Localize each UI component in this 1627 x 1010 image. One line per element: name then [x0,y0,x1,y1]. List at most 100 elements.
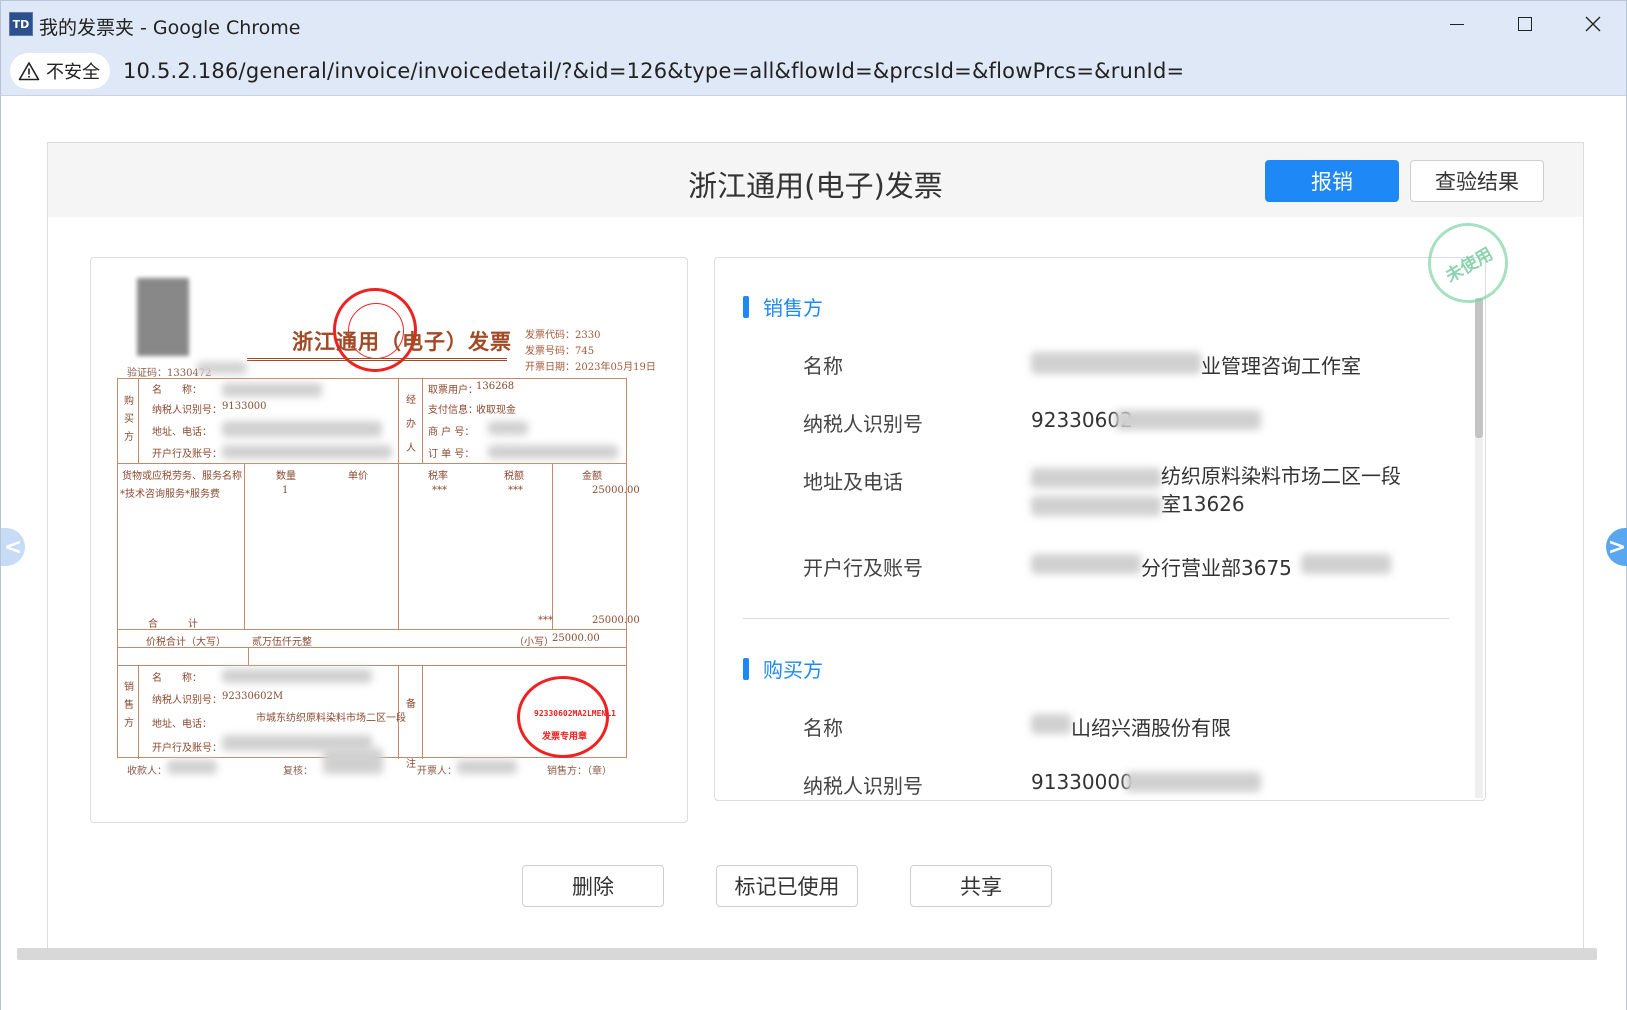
seller-name-value: 业管理咨询工作室 [1201,354,1361,378]
redacted-block [488,445,618,459]
item-amount: 25000.00 [592,485,640,496]
invoice-detail-panel[interactable]: 销售方 名称 业管理咨询工作室 纳税人识别号 92330602 地址及电话 纺织… [714,257,1486,801]
window-titlebar: TD 我的发票夹 - Google Chrome [0,0,1627,46]
reimburse-button[interactable]: 报销 [1265,160,1399,202]
total-tax: *** [538,615,553,626]
seller-address-value: 纺织原料染料市场二区一段 室13626 [1161,464,1401,516]
redacted-block [1031,496,1161,516]
seller-bank-label: 开户行及账号 [803,556,923,580]
redacted-block [1031,714,1071,734]
page-content: < > 浙江通用(电子)发票 报销 查验结果 浙江通用（电子）发票 发票代码：2… [0,96,1627,1010]
buyer-taxid-value: 9133000 [222,401,267,412]
redacted-block [197,362,247,374]
app-logo-icon: TD [9,12,33,36]
agent-payment-value: 收取现金 [476,405,516,416]
grid-line [422,379,423,463]
agent-row-payment: 支付信息： [428,405,478,416]
seller-section-header: 销售方 [743,292,823,321]
item-header-name: 货物或应税劳务、服务名称 [122,471,242,482]
invoice-special-seal-icon: 92330602MA2LMENL1 发票专用章 [517,676,616,758]
footer-reviewer: 复核： [283,766,313,777]
redacted-block [488,421,528,435]
seller-address-value: 市城东纺织原料染料市场二区一段 [256,713,406,724]
buyer-name-label: 名称 [803,716,843,740]
item-tax: *** [508,485,523,496]
invoice-image-title: 浙江通用（电子）发票 [292,329,512,354]
footer-payee: 收款人： [127,766,167,777]
seller-row-address: 地址、电话： [152,719,212,730]
site-security-chip[interactable]: 不安全 [10,53,110,89]
seller-heading: 销售方 [763,296,823,320]
next-invoice-button[interactable]: > [1606,528,1627,566]
agent-row-merchant: 商 户 号： [428,427,475,438]
grid-line [398,379,399,463]
total-label: 合 计 [148,619,198,630]
grid-line [118,665,626,666]
redacted-block [323,748,383,774]
minimize-button[interactable] [1423,1,1491,47]
grid-line [138,665,139,759]
invoice-code: 发票代码：2330 [525,330,601,341]
delete-button[interactable]: 删除 [522,865,664,907]
redacted-block [1031,468,1161,488]
grid-line [244,463,245,629]
seller-row-bank: 开户行及账号： [152,743,222,754]
grid-line [422,665,423,759]
total-amount: 25000.00 [592,615,640,626]
seal-text: 发票专用章 [542,732,588,742]
mark-used-button[interactable]: 标记已使用 [716,865,858,907]
seller-name-label: 名称 [803,354,843,378]
close-window-button[interactable] [1559,1,1627,47]
buyer-row-bank: 开户行及账号： [152,449,222,460]
window-title: 我的发票夹 - Google Chrome [39,17,301,39]
redacted-block [457,760,517,774]
agent-user-value: 136268 [476,381,515,392]
close-icon [1585,16,1601,32]
scrollbar-thumb[interactable] [1475,298,1483,438]
seal-code: 92330602MA2LMENL1 [534,709,616,718]
grid-line [398,463,399,629]
item-qty: 1 [282,485,289,496]
buyer-row-taxid: 纳税人识别号： [152,405,222,416]
item-name: *技术咨询服务*服务费 [120,489,220,500]
prev-invoice-button[interactable]: < [1,528,25,566]
redacted-block [222,445,392,459]
url-input[interactable]: 10.5.2.186/general/invoice/invoicedetail… [123,59,1184,83]
grid-line [248,647,249,665]
share-button[interactable]: 共享 [910,865,1052,907]
invoice-number: 发票号码：745 [525,346,595,357]
horizontal-scrollbar[interactable] [17,948,1597,960]
maximize-button[interactable] [1491,1,1559,47]
item-header-amount: 金额 [582,471,602,482]
buyer-name-value: 山绍兴酒股份有限 [1071,716,1231,740]
buyer-taxid-value: 91330000 [1031,770,1133,794]
address-bar: 不安全 10.5.2.186/general/invoice/invoicede… [0,46,1627,96]
grid-line [552,463,553,629]
seller-bank-value: 分行营业部3675 [1141,556,1292,580]
buyer-side-label: 购买方 [124,396,134,443]
section-marker [743,295,749,318]
agent-row-order: 订 单 号： [428,449,475,460]
buyer-heading: 购买方 [763,658,823,682]
detail-scrollbar[interactable] [1475,298,1483,798]
unused-stamp-text: 未使用 [1442,243,1497,287]
grid-line [118,463,626,464]
redacted-block [1125,772,1261,792]
sum-text: 贰万伍仟元整 [252,637,312,648]
item-rate: *** [432,485,447,496]
redacted-block [222,383,322,397]
item-header-qty: 数量 [276,471,296,482]
footer-seller-seal: 销售方：（章） [547,766,612,777]
invoice-image-panel[interactable]: 浙江通用（电子）发票 发票代码：2330 发票号码：745 开票日期：2023年… [90,257,688,823]
seller-taxid-label: 纳税人识别号 [803,412,923,436]
redacted-block [222,421,382,437]
redacted-block [222,669,372,683]
invoice-date: 开票日期：2023年05月19日 [525,362,656,373]
remark-side-label: 备注 [406,699,416,770]
grid-line [138,379,139,463]
agent-row-user: 取票用户： [428,385,478,396]
verify-result-button[interactable]: 查验结果 [1410,160,1544,202]
invoice-meta: 发票代码：2330 发票号码：745 开票日期：2023年05月19日 [525,328,656,376]
seller-address-label: 地址及电话 [803,470,903,494]
sum-small: 25000.00 [552,633,600,644]
